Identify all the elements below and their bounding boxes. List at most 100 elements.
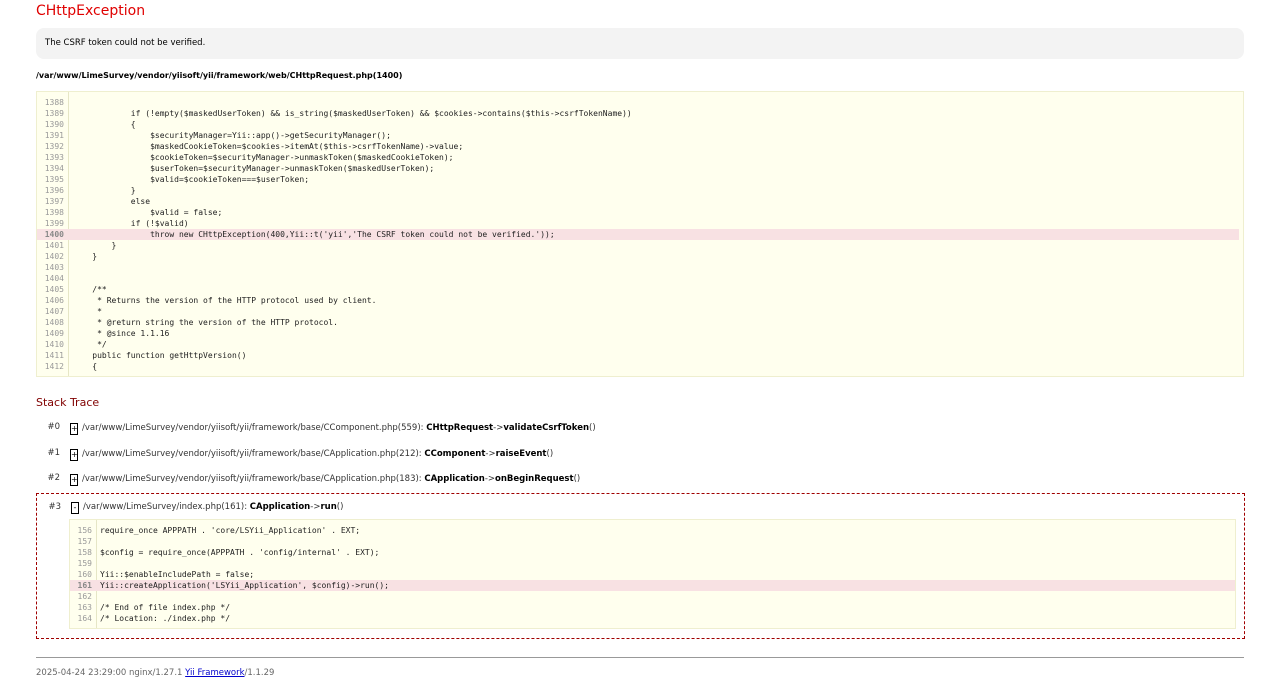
- footer: 2025-04-24 23:29:00 nginx/1.27.1 Yii Fra…: [36, 668, 274, 678]
- footer-server-info: 2025-04-24 23:29:00 nginx/1.27.1: [36, 668, 183, 678]
- line-number: 1398: [44, 208, 64, 217]
- footer-version: /1.1.29: [244, 668, 275, 678]
- line-number: 1397: [44, 197, 64, 206]
- footer-divider: [36, 657, 1244, 658]
- code-line: 1394 $userToken=$securityManager->unmask…: [37, 163, 1239, 174]
- code-line: 1391 $securityManager=Yii::app()->getSec…: [37, 130, 1239, 141]
- line-code: $cookieToken=$securityManager->unmaskTok…: [73, 153, 454, 162]
- trace-arrow: ->: [484, 474, 496, 484]
- code-line: 1405 /**: [37, 284, 1239, 295]
- line-code: /* Location: ./index.php */: [100, 614, 231, 623]
- line-code: require_once APPPATH . 'core/LSYii_Appli…: [100, 526, 361, 535]
- line-code: if (!$valid): [73, 219, 189, 228]
- line-number: 1407: [44, 307, 64, 316]
- line-code: /* End of file index.php */: [100, 603, 231, 612]
- code-line: 1389 if (!empty($maskedUserToken) && is_…: [37, 108, 1239, 119]
- line-number: 1408: [44, 318, 64, 327]
- line-number: 1412: [44, 362, 64, 371]
- line-number: 1410: [44, 340, 64, 349]
- line-code: throw new CHttpException(400,Yii::t('yii…: [73, 230, 555, 239]
- code-line: 1406 * Returns the version of the HTTP p…: [37, 295, 1239, 306]
- code-line: 156 require_once APPPATH . 'core/LSYii_Ap…: [70, 525, 1235, 536]
- trace-parens: (): [589, 423, 596, 433]
- trace-method: raiseEvent: [495, 449, 547, 459]
- trace-number: #3: [48, 502, 61, 512]
- line-code: $valid=$cookieToken===$userToken;: [73, 175, 310, 184]
- trace-arrow: ->: [493, 423, 504, 433]
- line-number: 1400: [44, 230, 64, 239]
- trace-method: run: [320, 502, 337, 512]
- expand-toggle-button[interactable]: +: [70, 474, 78, 486]
- line-code: }: [73, 241, 117, 250]
- line-code: {: [73, 120, 136, 129]
- trace-description[interactable]: /var/www/LimeSurvey/vendor/yiisoft/yii/f…: [82, 474, 580, 484]
- trace-arrow: ->: [310, 502, 321, 512]
- trace-number: #1: [47, 448, 60, 458]
- code-line: 157: [70, 536, 1235, 547]
- error-file-path: /var/www/LimeSurvey/vendor/yiisoft/yii/f…: [36, 71, 403, 80]
- exception-title: CHttpException: [36, 3, 146, 19]
- trace-class: CApplication: [424, 474, 485, 484]
- line-number: 158: [77, 548, 92, 557]
- line-code: */: [73, 340, 107, 349]
- line-number: 1392: [44, 142, 64, 151]
- code-line: 1390 {: [37, 119, 1239, 130]
- line-number: 163: [77, 603, 92, 612]
- trace-item-expanded: #3 - /var/www/LimeSurvey/index.php(161):…: [36, 493, 1245, 639]
- line-number: 156: [77, 526, 92, 535]
- trace-description[interactable]: /var/www/LimeSurvey/vendor/yiisoft/yii/f…: [82, 423, 596, 433]
- trace-number: #0: [47, 422, 60, 432]
- line-code: /**: [73, 285, 107, 294]
- expand-toggle-button[interactable]: +: [70, 449, 78, 461]
- code-line: 1402 }: [37, 251, 1239, 262]
- line-number: 1394: [44, 164, 64, 173]
- expand-toggle-button[interactable]: +: [70, 423, 78, 435]
- code-line: 1392 $maskedCookieToken=$cookies->itemAt…: [37, 141, 1239, 152]
- line-number: 162: [77, 592, 92, 601]
- line-code: *: [73, 307, 102, 316]
- line-number: 1405: [44, 285, 64, 294]
- trace-description[interactable]: /var/www/LimeSurvey/index.php(161): CApp…: [83, 502, 343, 512]
- code-line: 163 /* End of file index.php */: [70, 602, 1235, 613]
- code-line: 1407 *: [37, 306, 1239, 317]
- yii-framework-link[interactable]: Yii Framework: [185, 668, 244, 678]
- line-number: 159: [77, 559, 92, 568]
- code-line: 1401 }: [37, 240, 1239, 251]
- code-line: 1388: [37, 97, 1239, 108]
- line-code: Yii::createApplication('LSYii_Applicatio…: [100, 581, 389, 590]
- line-number: 1388: [44, 98, 64, 107]
- line-code: * @return string the version of the HTTP…: [73, 318, 338, 327]
- line-code: $config = require_once(APPPATH . 'config…: [100, 548, 380, 557]
- line-code: * Returns the version of the HTTP protoc…: [73, 296, 377, 305]
- trace-file: /var/www/LimeSurvey/index.php(161):: [83, 502, 248, 512]
- line-code: }: [73, 252, 98, 261]
- code-line: 1399 if (!$valid): [37, 218, 1239, 229]
- line-number: 1390: [44, 120, 64, 129]
- trace-description[interactable]: /var/www/LimeSurvey/vendor/yiisoft/yii/f…: [82, 449, 553, 459]
- code-line: 1393 $cookieToken=$securityManager->unma…: [37, 152, 1239, 163]
- code-line: 1396 }: [37, 185, 1239, 196]
- stack-trace-heading: Stack Trace: [36, 396, 100, 409]
- line-code: Yii::$enableIncludePath = false;: [100, 570, 255, 579]
- code-line: 159: [70, 558, 1235, 569]
- line-code: $valid = false;: [73, 208, 223, 217]
- line-code: * @since 1.1.16: [73, 329, 170, 338]
- trace-file: /var/www/LimeSurvey/vendor/yiisoft/yii/f…: [82, 474, 422, 484]
- trace-source-lines: 156 require_once APPPATH . 'core/LSYii_Ap…: [70, 525, 1235, 624]
- code-line: 1398 $valid = false;: [37, 207, 1239, 218]
- trace-method: validateCsrfToken: [503, 423, 590, 433]
- collapse-toggle-button[interactable]: -: [71, 502, 79, 514]
- code-line: 1412 {: [37, 361, 1239, 372]
- line-number: 1403: [44, 263, 64, 272]
- line-number: 1395: [44, 175, 64, 184]
- trace-class: CHttpRequest: [426, 423, 494, 433]
- code-line: 164 /* Location: ./index.php */: [70, 613, 1235, 624]
- line-code: $maskedCookieToken=$cookies->itemAt($thi…: [73, 142, 464, 151]
- line-code: if (!empty($maskedUserToken) && is_strin…: [73, 109, 632, 118]
- line-number: 1396: [44, 186, 64, 195]
- trace-method: onBeginRequest: [495, 474, 574, 484]
- line-number: 1411: [44, 351, 64, 360]
- line-number: 1399: [44, 219, 64, 228]
- code-line: 160 Yii::$enableIncludePath = false;: [70, 569, 1235, 580]
- exception-message: The CSRF token could not be verified.: [36, 28, 1244, 59]
